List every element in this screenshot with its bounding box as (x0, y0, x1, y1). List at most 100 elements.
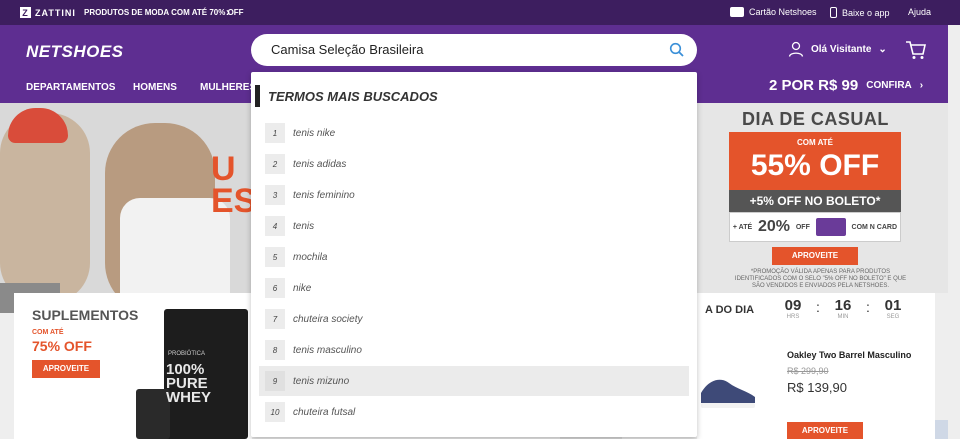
timer-seconds-label: SEG (886, 314, 900, 320)
phone-icon (830, 7, 837, 18)
cartao-netshoes-link[interactable]: Cartão Netshoes (730, 7, 817, 17)
whey-label: 100% PURE WHEY (166, 361, 211, 406)
suggestion-item[interactable]: 6 nike (259, 273, 689, 303)
suggestion-rank: 2 (265, 154, 285, 174)
suggestion-item[interactable]: 8 tenis masculino (259, 335, 689, 365)
zattini-brand: ZATTINI (35, 7, 76, 18)
top-strip: Z ZATTINI PRODUTOS DE MODA COM ATÉ 70% O… (0, 0, 960, 25)
card-with-label: COM N CARD (851, 223, 898, 231)
help-link[interactable]: Ajuda (908, 7, 931, 17)
suggestion-term: chuteira futsal (293, 406, 356, 418)
timer-hours: 09 HRS (773, 297, 813, 320)
suggestion-rank: 6 (265, 278, 285, 298)
card-icon (730, 7, 744, 17)
suggestion-item[interactable]: 7 chuteira society (259, 304, 689, 334)
search-input[interactable] (271, 42, 661, 57)
deal-of-day-card[interactable]: A DO DIA 09 HRS : 16 MIN : 01 SEG Oakley… (697, 293, 935, 439)
timer-separator: : (816, 299, 820, 315)
netshoes-logo[interactable]: NETSHOES (26, 42, 124, 62)
suggestion-term: tenis mizuno (293, 375, 350, 387)
suggestion-rank: 7 (265, 309, 285, 329)
suggestion-item[interactable]: 1 tenis nike (259, 118, 689, 148)
suggestions-header: TERMOS MAIS BUSCADOS (255, 85, 438, 107)
deal-of-day-title: A DO DIA (705, 304, 755, 316)
timer-seconds-value: 01 (884, 297, 902, 314)
timer-hours-label: HRS (786, 314, 800, 320)
whey-brand: PROBIÓTICA (168, 351, 206, 357)
suggestion-term: tenis (293, 220, 315, 232)
suggestion-rank: 3 (265, 185, 285, 205)
timer-minutes: 16 MIN (823, 297, 863, 320)
user-greeting: Olá Visitante (811, 43, 872, 55)
supplement-bottle-image (136, 389, 170, 439)
search-box (251, 34, 697, 66)
countdown-timer: 09 HRS : 16 MIN : 01 SEG (773, 297, 913, 320)
hero-banner[interactable]: U ES (0, 103, 252, 313)
casual-aproveite-button[interactable]: APROVEITE (772, 247, 858, 265)
deal-confira: CONFIRA (866, 80, 912, 91)
suplementos-aproveite-button[interactable]: APROVEITE (32, 360, 100, 378)
app-download-label: Baixe o app (842, 7, 890, 18)
timer-minutes-label: MIN (837, 314, 849, 320)
search-suggestions-dropdown: TERMOS MAIS BUSCADOS 1 tenis nike 2 tenis a… (251, 72, 697, 437)
cart-icon[interactable] (905, 40, 927, 60)
product-price: R$ 139,90 (787, 380, 847, 395)
suggestion-item[interactable]: 4 tenis (259, 211, 689, 241)
suggestion-rank: 8 (265, 340, 285, 360)
banner-headline-line1: U (211, 150, 236, 188)
suplementos-com-ate: COM ATÉ (32, 329, 64, 336)
suplementos-title: SUPLEMENTOS (32, 307, 139, 323)
suggestion-term: tenis feminino (293, 189, 355, 201)
nav-homens[interactable]: HOMENS (133, 82, 177, 93)
suggestion-rank: 9 (265, 371, 285, 391)
suplementos-card[interactable]: SUPLEMENTOS COM ATÉ 75% OFF APROVEITE PR… (14, 293, 252, 439)
timer-seconds: 01 SEG (873, 297, 913, 320)
user-icon (788, 41, 804, 57)
suggestion-term: chuteira society (293, 313, 363, 325)
chevron-right-icon: › (919, 80, 924, 91)
card-pre-label: + ATÉ (732, 223, 753, 231)
app-download-link[interactable]: Baixe o app (830, 7, 890, 18)
search-icon[interactable] (669, 42, 685, 58)
off-value: 55% OFF (750, 149, 880, 182)
suggestion-item[interactable]: 9 tenis mizuno (259, 366, 689, 396)
deal-aproveite-button[interactable]: APROVEITE (787, 422, 863, 439)
card-pct: 20% (758, 218, 791, 235)
banner-headline-line2: ES (211, 182, 252, 220)
nav-mulheres[interactable]: MULHERES (200, 82, 256, 93)
suggestion-term: mochila (293, 251, 328, 263)
suggestion-rank: 1 (265, 123, 285, 143)
suggestions-title: TERMOS MAIS BUSCADOS (268, 88, 438, 104)
product-thumbnail-image (935, 420, 948, 439)
card-offer: + ATÉ 20% OFF COM N CARD (729, 212, 901, 242)
cartao-netshoes-label: Cartão Netshoes (749, 7, 817, 17)
suggestion-term: tenis masculino (293, 344, 362, 356)
casual-day-title: DIA DE CASUAL (742, 109, 889, 129)
chevron-down-icon: ⌄ (878, 43, 887, 55)
suggestion-item[interactable]: 3 tenis feminino (259, 180, 689, 210)
deal-text: 2 POR R$ 99 (769, 77, 859, 94)
suggestion-term: tenis adidas (293, 158, 347, 170)
zattini-logo-icon: Z (20, 7, 31, 18)
timer-minutes-value: 16 (834, 297, 852, 314)
zattini-link[interactable]: Z ZATTINI (20, 7, 76, 18)
header-accent-bar (255, 85, 260, 107)
card-off: OFF (795, 223, 810, 231)
suggestion-item[interactable]: 5 mochila (259, 242, 689, 272)
nav-departamentos[interactable]: DEPARTAMENTOS (26, 82, 115, 93)
timer-separator: : (866, 299, 870, 315)
suggestion-term: nike (293, 282, 312, 294)
chevron-right-icon: › (226, 5, 230, 19)
zattini-promo-link[interactable]: PRODUTOS DE MODA COM ATÉ 70% OFF (84, 8, 244, 17)
suggestion-item[interactable]: 2 tenis adidas (259, 149, 689, 179)
product-old-price: R$ 299,90 (787, 366, 829, 376)
casual-day-banner[interactable]: DIA DE CASUAL COM ATÉ 55% OFF +5% OFF NO… (697, 103, 948, 293)
deal-link[interactable]: 2 POR R$ 99 CONFIRA › (769, 77, 923, 94)
product-name[interactable]: Oakley Two Barrel Masculino (787, 350, 911, 360)
shoe-image (701, 379, 755, 408)
suggestion-term: tenis nike (293, 127, 336, 139)
ncard-image (815, 218, 846, 236)
suggestion-item[interactable]: 10 chuteira futsal (259, 397, 689, 427)
user-menu[interactable]: Olá Visitante ⌄ (788, 41, 887, 57)
help-label: Ajuda (908, 7, 932, 17)
